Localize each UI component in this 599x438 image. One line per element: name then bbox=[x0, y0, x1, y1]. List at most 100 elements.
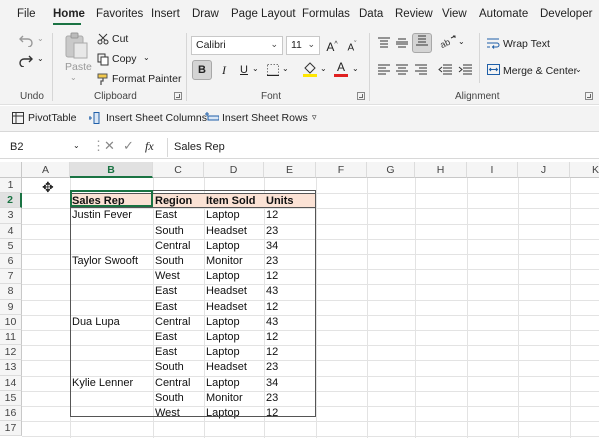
copy-dropdown-icon[interactable]: ⌄ bbox=[143, 53, 150, 62]
column-header-c[interactable]: C bbox=[153, 162, 204, 178]
wrap-text-icon[interactable] bbox=[487, 38, 500, 52]
copy-button[interactable]: Copy bbox=[112, 53, 137, 65]
orientation-dropdown-icon[interactable]: ⌄ bbox=[458, 37, 465, 46]
table-cell[interactable]: 34 bbox=[264, 239, 316, 254]
underline-dropdown-icon[interactable]: ⌄ bbox=[252, 64, 259, 73]
column-header-a[interactable]: A bbox=[22, 162, 70, 178]
orientation-icon[interactable]: ab bbox=[438, 35, 456, 52]
row-header-2[interactable]: 2 bbox=[0, 193, 22, 209]
align-center-icon[interactable] bbox=[396, 64, 408, 79]
table-cell[interactable]: Central bbox=[153, 376, 204, 391]
insert-sheet-columns-button[interactable]: Insert Sheet Columns bbox=[106, 112, 207, 124]
tab-formulas[interactable]: Formulas bbox=[302, 8, 350, 20]
table-cell[interactable]: 12 bbox=[264, 406, 316, 421]
table-cell[interactable] bbox=[70, 330, 153, 345]
undo-dropdown-icon[interactable]: ⌄ bbox=[37, 34, 44, 43]
table-cell[interactable]: South bbox=[153, 391, 204, 406]
table-cell[interactable]: East bbox=[153, 208, 204, 223]
table-cell[interactable]: Laptop bbox=[204, 269, 264, 284]
row-header-4[interactable]: 4 bbox=[0, 223, 22, 239]
font-size-select[interactable]: 11 ⌄ bbox=[286, 36, 320, 55]
table-cell[interactable] bbox=[70, 224, 153, 239]
tab-insert[interactable]: Insert bbox=[151, 8, 180, 20]
table-cell[interactable]: Headset bbox=[204, 360, 264, 375]
name-box-dropdown-icon[interactable]: ⌄ bbox=[73, 141, 80, 150]
align-top-icon[interactable] bbox=[378, 37, 390, 52]
row-header-11[interactable]: 11 bbox=[0, 330, 22, 346]
table-header-cell[interactable]: Sales Rep bbox=[70, 193, 153, 209]
table-cell[interactable]: East bbox=[153, 300, 204, 315]
cancel-icon[interactable]: ✕ bbox=[104, 138, 115, 154]
table-cell[interactable]: Laptop bbox=[204, 376, 264, 391]
table-cell[interactable]: Laptop bbox=[204, 208, 264, 223]
table-cell[interactable]: Kylie Lenner bbox=[70, 376, 153, 391]
merge-dropdown-icon[interactable]: ⌄ bbox=[575, 65, 582, 74]
table-cell[interactable]: 12 bbox=[264, 345, 316, 360]
table-cell[interactable]: 12 bbox=[264, 208, 316, 223]
shrink-font-button[interactable]: Aˇ bbox=[342, 35, 362, 55]
alignment-launcher-icon[interactable] bbox=[585, 92, 593, 100]
table-cell[interactable]: 23 bbox=[264, 254, 316, 269]
align-middle-icon[interactable] bbox=[396, 37, 408, 52]
row-header-9[interactable]: 9 bbox=[0, 299, 22, 315]
worksheet-grid[interactable]: ABCDEFGHIJK 1 2 3 4 5 6 7 8 9 10 11 12 13 14 15 16 17 Sa… bbox=[0, 162, 599, 438]
tab-home[interactable]: Home bbox=[53, 8, 85, 20]
bold-button[interactable]: B bbox=[192, 60, 212, 80]
merge-center-icon[interactable] bbox=[487, 64, 500, 78]
table-cell[interactable]: Headset bbox=[204, 300, 264, 315]
paste-dropdown-icon[interactable]: ⌄ bbox=[70, 73, 77, 82]
table-cell[interactable]: Central bbox=[153, 315, 204, 330]
table-cell[interactable]: East bbox=[153, 330, 204, 345]
customize-toolbar-icon[interactable]: ▿ bbox=[312, 112, 317, 123]
fill-color-icon[interactable] bbox=[302, 61, 318, 81]
table-cell[interactable]: Laptop bbox=[204, 330, 264, 345]
align-bottom-button[interactable] bbox=[412, 33, 432, 53]
table-cell[interactable]: 43 bbox=[264, 284, 316, 299]
grow-font-button[interactable]: A^ bbox=[322, 35, 342, 55]
table-cell[interactable]: Monitor bbox=[204, 391, 264, 406]
row-header-10[interactable]: 10 bbox=[0, 314, 22, 330]
row-header-14[interactable]: 14 bbox=[0, 375, 22, 391]
table-cell[interactable] bbox=[70, 284, 153, 299]
table-cell[interactable]: Headset bbox=[204, 224, 264, 239]
table-cell[interactable]: Laptop bbox=[204, 345, 264, 360]
paste-label[interactable]: Paste bbox=[65, 61, 92, 73]
tab-developer[interactable]: Developer bbox=[540, 8, 592, 20]
select-all-corner[interactable] bbox=[0, 162, 22, 178]
undo-icon[interactable] bbox=[18, 33, 34, 50]
insert-row-icon[interactable] bbox=[205, 112, 220, 127]
table-cell[interactable] bbox=[70, 239, 153, 254]
row-header-15[interactable]: 15 bbox=[0, 390, 22, 406]
table-cell[interactable]: Laptop bbox=[204, 239, 264, 254]
enter-icon[interactable]: ✓ bbox=[123, 138, 134, 154]
table-cell[interactable]: 23 bbox=[264, 360, 316, 375]
format-painter-button[interactable]: Format Painter bbox=[112, 73, 181, 85]
table-cell[interactable]: South bbox=[153, 224, 204, 239]
italic-button[interactable]: I bbox=[214, 60, 234, 80]
scissors-icon[interactable] bbox=[97, 33, 109, 48]
table-cell[interactable]: 23 bbox=[264, 391, 316, 406]
row-header-7[interactable]: 7 bbox=[0, 269, 22, 285]
row-header-12[interactable]: 12 bbox=[0, 345, 22, 361]
table-header-cell[interactable]: Region bbox=[153, 193, 204, 209]
font-launcher-icon[interactable] bbox=[357, 92, 365, 100]
redo-icon[interactable] bbox=[18, 53, 34, 70]
format-painter-icon[interactable] bbox=[97, 73, 109, 89]
wrap-text-button[interactable]: Wrap Text bbox=[503, 38, 550, 50]
table-cell[interactable]: 12 bbox=[264, 330, 316, 345]
table-cell[interactable]: South bbox=[153, 254, 204, 269]
table-cell[interactable]: Central bbox=[153, 239, 204, 254]
row-header-1[interactable]: 1 bbox=[0, 178, 22, 194]
tab-view[interactable]: View bbox=[442, 8, 467, 20]
fill-color-dropdown-icon[interactable]: ⌄ bbox=[320, 64, 327, 73]
table-cell[interactable]: East bbox=[153, 284, 204, 299]
table-cell[interactable]: East bbox=[153, 345, 204, 360]
tab-page-layout[interactable]: Page Layout bbox=[231, 8, 296, 20]
table-cell[interactable]: 43 bbox=[264, 315, 316, 330]
row-header-16[interactable]: 16 bbox=[0, 406, 22, 422]
row-header-3[interactable]: 3 bbox=[0, 208, 22, 224]
align-left-icon[interactable] bbox=[378, 64, 390, 79]
table-cell[interactable]: Laptop bbox=[204, 315, 264, 330]
column-header-f[interactable]: F bbox=[316, 162, 367, 178]
decrease-indent-icon[interactable] bbox=[438, 64, 452, 79]
